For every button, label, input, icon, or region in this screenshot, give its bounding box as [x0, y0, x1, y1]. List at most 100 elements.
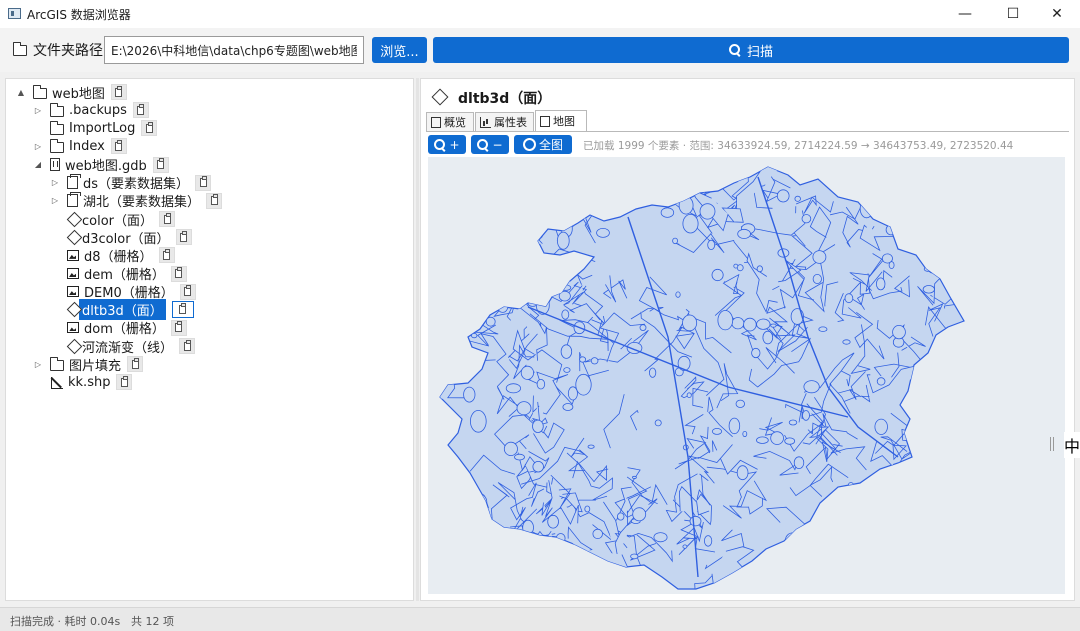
path-label: 文件夹路径	[33, 43, 103, 59]
copy-button[interactable]	[110, 138, 127, 155]
copy-button[interactable]	[127, 356, 144, 373]
tree-item[interactable]: d3color（面）	[66, 228, 192, 247]
collapse-arrow-icon[interactable]: ▲	[16, 88, 26, 97]
path-input[interactable]	[104, 36, 364, 64]
expand-arrow-icon[interactable]: ▷	[50, 196, 60, 205]
raster-icon	[67, 286, 79, 298]
copy-button[interactable]	[152, 156, 169, 173]
tree-item[interactable]: ▷ .backups	[35, 101, 149, 119]
parcel	[942, 359, 959, 390]
parcel	[689, 515, 702, 527]
minimize-button[interactable]: —	[942, 0, 988, 28]
copy-button[interactable]	[195, 174, 212, 191]
tree-item[interactable]: color（面）	[66, 210, 176, 229]
parcel	[893, 222, 907, 238]
expand-arrow-icon[interactable]: ▷	[33, 106, 43, 115]
ime-indicator[interactable]: 中	[1064, 432, 1080, 458]
parcel	[935, 214, 942, 220]
parcel	[884, 483, 893, 491]
panel-splitter[interactable]	[416, 78, 419, 601]
zoom-in-button[interactable]: +	[428, 135, 466, 154]
tab-attribute-table[interactable]: 属性表	[475, 112, 534, 131]
parcel	[756, 436, 769, 444]
parcel	[875, 566, 890, 576]
copy-button[interactable]	[110, 84, 127, 100]
parcel	[818, 562, 858, 589]
parcel	[737, 228, 751, 239]
parcel	[555, 533, 566, 544]
tree-item[interactable]: DEM0（栅格）	[67, 283, 196, 301]
tree-item[interactable]: ▷ 图片填充	[35, 355, 144, 374]
zoom-out-button[interactable]: −	[471, 135, 509, 154]
parcel	[440, 180, 496, 234]
parcel	[447, 511, 468, 566]
parcel	[470, 493, 488, 511]
copy-button[interactable]	[171, 301, 194, 319]
tab-map[interactable]: 地图	[535, 110, 587, 131]
tree-item[interactable]: dltb3d（面）	[66, 299, 194, 321]
parcel	[801, 214, 812, 224]
tree-item[interactable]: dom（栅格）	[67, 319, 187, 337]
full-extent-button[interactable]: 全图	[514, 135, 572, 154]
tree-item[interactable]: d8（栅格）	[67, 246, 175, 265]
tab-overview[interactable]: 概览	[426, 112, 474, 131]
parcel	[526, 236, 536, 247]
copy-button[interactable]	[170, 265, 187, 282]
tab-map-label: 地图	[553, 115, 575, 128]
status-message: 扫描完成 · 耗时 0.04s	[10, 615, 121, 628]
tree-item[interactable]: ▲ web地图	[18, 83, 127, 102]
copy-button[interactable]	[159, 211, 176, 228]
maximize-button[interactable]: ☐	[990, 0, 1036, 28]
copy-button[interactable]	[141, 120, 158, 137]
copy-button[interactable]	[175, 229, 192, 246]
copy-button[interactable]	[170, 319, 187, 336]
parcel	[463, 386, 476, 403]
expand-arrow-icon[interactable]: ▷	[50, 178, 60, 187]
parcel	[896, 552, 942, 589]
tree-item[interactable]: dem（栅格）	[67, 265, 187, 283]
expand-arrow-icon[interactable]: ▷	[33, 360, 43, 369]
tree-item[interactable]: ▷ Index	[35, 137, 127, 155]
parcel	[859, 199, 874, 219]
map-canvas[interactable]	[428, 157, 1065, 594]
parcel	[494, 529, 526, 581]
parcel	[592, 528, 603, 539]
tree-item-label: kk.shp	[68, 374, 111, 390]
parcel	[751, 347, 761, 359]
tree-item-label: web地图.gdb	[65, 159, 147, 175]
parcel	[828, 537, 874, 557]
tree-item[interactable]: 河流渐变（线）	[66, 337, 196, 356]
browse-button[interactable]: 浏览...	[372, 37, 427, 63]
tree-item[interactable]: ◢ web地图.gdb	[35, 156, 169, 175]
parcel	[649, 367, 657, 378]
parcel	[682, 213, 699, 234]
scan-button[interactable]: 扫描	[433, 37, 1069, 63]
tree-item-label: d3color（面）	[82, 231, 170, 247]
close-button[interactable]: ✕	[1034, 0, 1080, 28]
copy-button[interactable]	[132, 102, 149, 119]
tree-item-label: 河流渐变（线）	[82, 340, 174, 356]
copy-button[interactable]	[179, 283, 196, 300]
parcel	[672, 237, 679, 245]
copy-button[interactable]	[206, 192, 223, 209]
tree-item[interactable]: ▷ ds（要素数据集）	[52, 174, 212, 192]
parcel	[497, 257, 547, 280]
clipboard-icon	[175, 267, 183, 278]
app-icon	[8, 8, 21, 19]
tree-item[interactable]: ▷ 湖北（要素数据集）	[52, 192, 223, 210]
parcel	[584, 505, 591, 513]
parcel	[743, 317, 757, 332]
parcel	[532, 419, 544, 433]
clipboard-icon	[115, 85, 123, 97]
tree-item[interactable]: ImportLog	[50, 119, 158, 137]
clipboard-icon	[157, 158, 165, 170]
collapse-arrow-icon[interactable]: ◢	[33, 160, 43, 169]
ime-grip-icon[interactable]	[1050, 437, 1054, 451]
expand-arrow-icon[interactable]: ▷	[33, 142, 43, 151]
parcel	[770, 323, 777, 328]
tree-item[interactable]: kk.shp	[50, 373, 133, 391]
copy-button[interactable]	[116, 374, 133, 391]
copy-button[interactable]	[179, 338, 196, 355]
copy-button[interactable]	[158, 247, 175, 264]
parcel	[939, 414, 951, 434]
